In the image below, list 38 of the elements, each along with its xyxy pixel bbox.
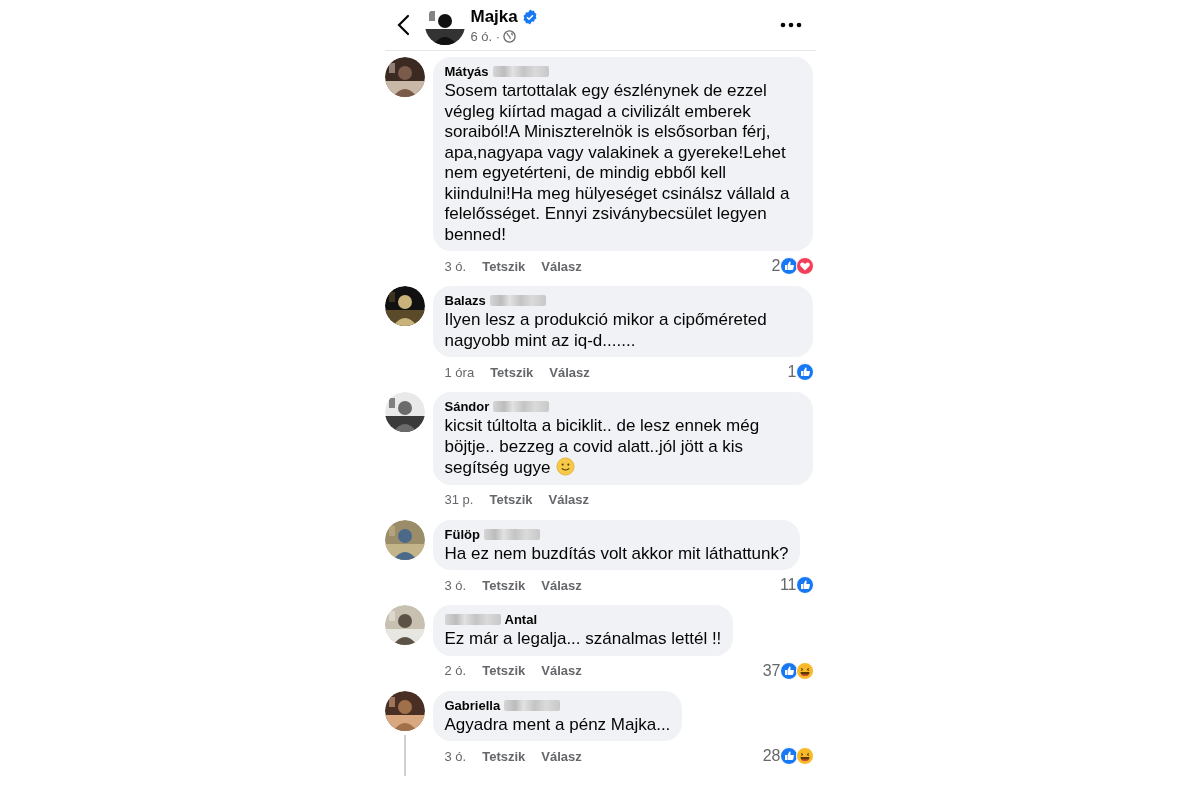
reaction-count: 2 [771, 257, 781, 275]
comment-time: 1 óra [444, 364, 475, 380]
like-link[interactable]: Tetszik [482, 748, 526, 764]
reply-link[interactable]: Válasz [548, 492, 589, 507]
author-name[interactable]: Majka [470, 6, 518, 27]
like-link[interactable]: Tetszik [489, 492, 533, 507]
comment-text: kicsit túltolta a biciklit.. de lesz ennek még böjtje.. bezzeg a covid alatt..jól jött a kis segítség ugye [444, 416, 760, 477]
comment-time: 3 ó. [444, 577, 467, 593]
reply-link[interactable]: Válasz [541, 577, 582, 593]
reply-link[interactable]: Válasz [541, 663, 582, 678]
comment-text: Sosem tartottalak egy észlénynek de ezzel végleg kiírtad magad a civilizált emberek soraiból!A Miniszterelnök is elsősorban férj, apa,nagyapa vagy valakinek a gyereke!Lehet nem egyetérteni, de mindig ebből kell kiindulni!Ha meg hülyeséget csinálsz vállald a felelősséget. Ennyi zsiványbecsület legyen benned! [444, 81, 790, 244]
reply-link[interactable]: Válasz [541, 258, 582, 274]
like-link[interactable]: Tetszik [482, 258, 526, 274]
more-icon[interactable] [779, 22, 802, 28]
reaction-count: 28 [762, 747, 781, 765]
like-link[interactable]: Tetszik [490, 364, 534, 380]
comment-time: 31 p. [444, 492, 474, 507]
comment-time: 3 ó. [444, 258, 467, 274]
like-link[interactable]: Tetszik [482, 663, 526, 678]
like-link[interactable]: Tetszik [482, 577, 526, 593]
reaction-count: 11 [779, 576, 797, 594]
comment-text: Ilyen lesz a produkció mikor a cipőméreted nagyobb mint az iq-d....... [444, 310, 767, 350]
commenter-name[interactable]: Sándor [444, 399, 490, 414]
commenter-name[interactable]: Antal [504, 612, 537, 627]
reaction-count: 1 [787, 363, 797, 381]
comment-text: Ha ez nem buzdítás volt akkor mit láthattunk? [444, 543, 789, 563]
reply-link[interactable]: Válasz [549, 364, 590, 380]
comment-text: Ez már a legalja... szánalmas lettél !! [444, 629, 722, 648]
commenter-name[interactable]: Gabriella [444, 697, 501, 713]
comment-text: Agyadra ment a pénz Majka... [444, 714, 671, 734]
comment-time: 2 ó. [444, 663, 467, 678]
commenter-name[interactable]: Fülöp [444, 526, 480, 542]
reaction-count: 37 [762, 661, 781, 680]
post-time: 6 ó. · [470, 28, 501, 44]
commenter-name[interactable]: Mátyás [444, 64, 489, 79]
commenter-name[interactable]: Balazs [444, 293, 486, 308]
reply-link[interactable]: Válasz [541, 748, 582, 764]
comment-time: 3 ó. [444, 748, 467, 764]
